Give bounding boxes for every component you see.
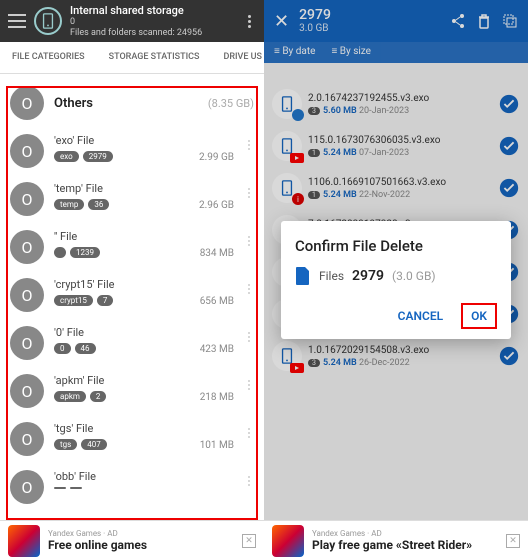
left-header: Internal shared storage 0 Files and fold… — [0, 0, 264, 42]
file-size: 656 MB — [186, 278, 234, 307]
right-panel: ✕ 2979 3.0 GB By date By size 2.0.167423… — [264, 0, 528, 560]
row-menu-icon[interactable] — [244, 422, 254, 438]
row-menu-icon[interactable] — [244, 278, 254, 294]
ad-source: Yandex Games · AD — [48, 529, 234, 538]
cancel-button[interactable]: CANCEL — [388, 303, 453, 329]
file-row[interactable]: O 'obb' File — [8, 464, 256, 512]
file-chip: 407 — [81, 439, 107, 450]
storage-scanned: Files and folders scanned: 24956 — [70, 28, 234, 39]
dialog-body: Files 2979 (3.0 GB) — [295, 267, 497, 285]
file-size — [186, 470, 234, 488]
header-text: Internal shared storage 0 Files and fold… — [70, 4, 234, 39]
file-chip: 7 — [97, 295, 114, 306]
row-menu-icon[interactable] — [244, 134, 254, 150]
file-size: 2.96 GB — [186, 182, 234, 211]
file-chip — [54, 247, 66, 258]
file-list: O Others (8.35 GB) O 'exo' File exo 2979 2.9… — [0, 74, 264, 512]
file-size: 834 MB — [186, 230, 234, 259]
file-avatar: O — [10, 470, 44, 504]
group-name: Others — [54, 96, 198, 111]
ok-button[interactable]: OK — [461, 303, 497, 329]
file-row[interactable]: O 'apkm' File apkm 2 218 MB — [8, 368, 256, 416]
dialog-scrim: Confirm File Delete Files 2979 (3.0 GB) … — [264, 0, 528, 560]
menu-icon[interactable] — [8, 14, 26, 28]
file-size: 101 MB — [186, 422, 234, 451]
ad-bar-right[interactable]: Yandex Games · AD Play free game «Street… — [264, 520, 528, 560]
file-icon — [295, 267, 311, 285]
ad-source: Yandex Games · AD — [312, 529, 498, 538]
file-chip: 46 — [75, 343, 96, 354]
group-size: (8.35 GB) — [208, 97, 254, 110]
ad-close-icon[interactable]: ✕ — [506, 534, 520, 548]
file-chip: tgs — [54, 439, 77, 450]
file-size: 218 MB — [186, 374, 234, 403]
file-avatar: O — [10, 230, 44, 264]
file-name: 'exo' File — [54, 134, 176, 147]
left-panel: Internal shared storage 0 Files and fold… — [0, 0, 264, 560]
file-chip: 0 — [54, 343, 71, 354]
file-name: 'temp' File — [54, 182, 176, 195]
file-chip: apkm — [54, 391, 86, 402]
file-chip: exo — [54, 151, 79, 162]
ad-thumb — [272, 525, 304, 557]
group-row-others[interactable]: O Others (8.35 GB) — [8, 78, 256, 128]
tab-bar: FILE CATEGORIES STORAGE STATISTICS DRIVE… — [0, 42, 264, 74]
file-chip: 2979 — [83, 151, 113, 162]
file-chip — [70, 487, 82, 489]
dialog-files-label: Files — [319, 269, 344, 283]
group-avatar: O — [10, 86, 44, 120]
file-avatar: O — [10, 134, 44, 168]
file-row[interactable]: O 'crypt15' File crypt15 7 656 MB — [8, 272, 256, 320]
ad-title: Free online games — [48, 538, 234, 552]
row-menu-icon[interactable] — [244, 326, 254, 342]
file-avatar: O — [10, 326, 44, 360]
file-row[interactable]: O 'temp' File temp 36 2.96 GB — [8, 176, 256, 224]
row-menu-icon[interactable] — [244, 374, 254, 390]
dialog-title: Confirm File Delete — [295, 237, 497, 255]
file-size: 423 MB — [186, 326, 234, 355]
file-row[interactable]: O '0' File 0 46 423 MB — [8, 320, 256, 368]
overflow-menu-icon[interactable] — [242, 15, 256, 28]
file-name: 'obb' File — [54, 470, 176, 483]
file-chip: 2 — [90, 391, 107, 402]
dialog-count: 2979 — [352, 268, 384, 284]
file-avatar: O — [10, 278, 44, 312]
storage-title: Internal shared storage — [70, 4, 234, 17]
file-chip: crypt15 — [54, 295, 93, 306]
file-size: 2.99 GB — [186, 134, 234, 163]
file-chip: 36 — [88, 199, 109, 210]
ad-thumb — [8, 525, 40, 557]
file-avatar: O — [10, 182, 44, 216]
row-menu-icon[interactable] — [244, 470, 254, 486]
file-avatar: O — [10, 422, 44, 456]
tab-file-categories[interactable]: FILE CATEGORIES — [0, 42, 97, 73]
dialog-size: (3.0 GB) — [392, 269, 436, 283]
file-name: 'crypt15' File — [54, 278, 176, 291]
file-name: '0' File — [54, 326, 176, 339]
file-chip — [54, 487, 66, 489]
file-row[interactable]: O '' File 1239 834 MB — [8, 224, 256, 272]
storage-count: 0 — [70, 17, 234, 28]
file-chip: temp — [54, 199, 84, 210]
file-chip: 1239 — [70, 247, 100, 258]
file-name: 'tgs' File — [54, 422, 176, 435]
tab-drive-usage[interactable]: DRIVE US — [211, 42, 264, 73]
storage-icon — [34, 7, 62, 35]
file-avatar: O — [10, 374, 44, 408]
row-menu-icon[interactable] — [244, 182, 254, 198]
tab-storage-statistics[interactable]: STORAGE STATISTICS — [97, 42, 212, 73]
file-row[interactable]: O 'tgs' File tgs 407 101 MB — [8, 416, 256, 464]
ad-title: Play free game «Street Rider» — [312, 538, 498, 552]
ad-close-icon[interactable]: ✕ — [242, 534, 256, 548]
file-name: '' File — [54, 230, 176, 243]
file-row[interactable]: O 'exo' File exo 2979 2.99 GB — [8, 128, 256, 176]
file-name: 'apkm' File — [54, 374, 176, 387]
ad-bar-left[interactable]: Yandex Games · AD Free online games ✕ — [0, 520, 264, 560]
row-menu-icon[interactable] — [244, 230, 254, 246]
confirm-delete-dialog: Confirm File Delete Files 2979 (3.0 GB) … — [281, 221, 511, 339]
